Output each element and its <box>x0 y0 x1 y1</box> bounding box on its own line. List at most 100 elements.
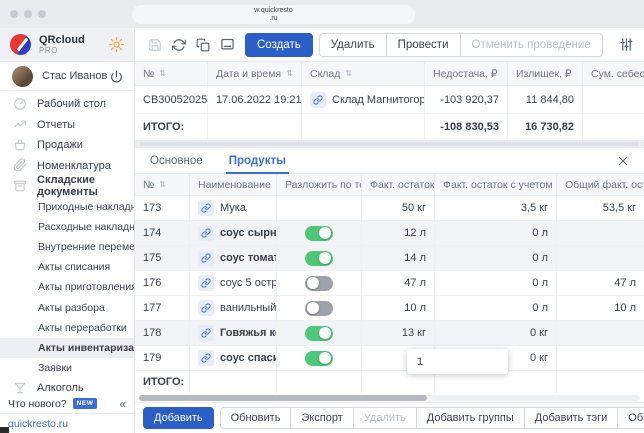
column-header-warehouse[interactable]: Склад⇅ <box>302 62 425 85</box>
copy-icon[interactable] <box>191 33 215 57</box>
document-row[interactable]: СВ30052025 17.06.2022 19:21 Склад Магнит… <box>135 86 644 114</box>
conduct-button[interactable]: Провести <box>386 33 461 57</box>
tab-products[interactable]: Продукты <box>229 148 286 173</box>
sidebar-subitem-cooking-acts[interactable]: Акты приготовления <box>0 277 134 297</box>
decompose-toggle[interactable] <box>305 351 333 366</box>
horizontal-scrollbar[interactable] <box>140 142 639 146</box>
scrollbar-thumb[interactable] <box>139 395 427 401</box>
window-controls[interactable] <box>0 10 46 18</box>
product-row[interactable]: 176 соус 5 остров 47 л 0 л 47 л <box>135 271 644 296</box>
sort-icon[interactable]: ⇅ <box>345 69 352 78</box>
sidebar-subitem-disassembly-acts[interactable]: Акты разбора <box>0 297 134 317</box>
cell-fact[interactable]: 47 л <box>362 271 435 295</box>
column-header-num[interactable]: №⇅ <box>135 174 190 195</box>
sidebar-subitem-writeoff-acts[interactable]: Акты списания <box>0 257 134 277</box>
whats-new-label: Что нового? <box>8 398 67 410</box>
cell-name: соус 5 остров <box>190 271 277 295</box>
logout-power-icon[interactable] <box>110 70 123 83</box>
column-header-name[interactable]: Наименование⇅ <box>190 174 277 195</box>
sidebar-item-sales[interactable]: Продажи <box>0 135 134 156</box>
sidebar-subitem-inventory-acts[interactable]: Акты инвентаризации <box>0 338 134 358</box>
delete-button[interactable]: Удалить <box>319 33 387 57</box>
link-icon[interactable] <box>198 325 214 341</box>
main-area: Создать Удалить Провести Отменить провед… <box>135 28 644 433</box>
sidebar-item-warehouse-docs[interactable]: Складские документы <box>0 176 134 197</box>
address-bar[interactable]: w.quickresto .ru <box>132 5 415 24</box>
cancel-conduct-button[interactable]: Отменить проведение <box>460 33 603 57</box>
column-header-surplus[interactable]: Излишек, ₽ <box>508 62 583 85</box>
add-groups-button[interactable]: Добавить группы <box>416 407 525 429</box>
add-button[interactable]: Добавить <box>143 407 214 429</box>
product-row[interactable]: 177 ванильный с... 10 л 0 л 10 л <box>135 296 644 321</box>
window-dot-icon[interactable] <box>38 10 46 18</box>
link-icon[interactable] <box>198 350 214 366</box>
link-icon[interactable] <box>198 300 214 316</box>
link-icon[interactable] <box>198 225 214 241</box>
column-header-decompose[interactable]: Разложить по техк... <box>277 174 362 195</box>
cell-fact[interactable]: 12 л <box>362 221 435 245</box>
cell-fact[interactable]: 10 л <box>362 296 435 320</box>
link-icon[interactable] <box>198 250 214 266</box>
sort-icon[interactable]: ⇅ <box>159 69 166 78</box>
decompose-toggle[interactable] <box>305 276 333 291</box>
refresh-icon[interactable] <box>167 33 191 57</box>
window-dot-icon[interactable] <box>10 10 18 18</box>
column-header-fact[interactable]: Факт. остаток...⇅ <box>362 174 435 195</box>
column-header-sum-cost[interactable]: Сум. себест <box>583 62 644 85</box>
product-row[interactable]: 174 соус сырный 12 л 0 л <box>135 221 644 246</box>
cell-fact-pf: 0 л <box>435 296 557 320</box>
cell-fact[interactable]: 50 кг <box>362 196 435 220</box>
horizontal-scrollbar[interactable] <box>135 393 644 402</box>
reset-stock-button[interactable]: Обнулить остатки <box>617 407 644 429</box>
collapse-sidebar-icon[interactable]: « <box>119 397 126 411</box>
user-row[interactable]: Стас Иванов <box>0 62 134 91</box>
sidebar-subitem-incoming-invoices[interactable]: Приходные накладные <box>0 197 134 217</box>
qrcloud-logo-icon <box>10 34 31 55</box>
close-icon[interactable] <box>617 155 629 167</box>
window-dot-icon[interactable] <box>24 10 32 18</box>
sidebar-item-dashboard[interactable]: Рабочий стол <box>0 94 134 115</box>
sidebar-item-reports[interactable]: Отчеты <box>0 115 134 136</box>
documents-totals-row: ИТОГО: -108 830,53 16 730,82 <box>135 114 644 140</box>
sidebar-subitem-outgoing-invoices[interactable]: Расходные накладные <box>0 217 134 237</box>
product-row[interactable]: 173 Мука 50 кг 3,5 кг 53,5 кг <box>135 196 644 221</box>
decompose-toggle[interactable] <box>305 326 333 341</box>
cell-fact[interactable]: 14 л <box>362 246 435 270</box>
sidebar-subitem-internal-transfers[interactable]: Внутренние перемещения <box>0 237 134 257</box>
export-button[interactable]: Экспорт <box>290 407 353 429</box>
theme-sun-icon[interactable] <box>109 37 124 52</box>
product-row[interactable]: 178 Говяжья кот... 13 кг 0 кг <box>135 321 644 346</box>
refresh-button[interactable]: Обновить <box>220 407 292 429</box>
column-header-shortage[interactable]: Недостача, ₽ <box>425 62 508 85</box>
link-icon[interactable] <box>310 92 326 108</box>
product-row[interactable]: 175 соус томатн... 14 л 0 л <box>135 246 644 271</box>
sidebar-subitem-requests[interactable]: Заявки <box>0 358 134 378</box>
sort-icon[interactable]: ⇅ <box>286 69 293 78</box>
column-header-num[interactable]: №⇅ <box>135 62 208 85</box>
delete-rows-button[interactable]: Удалить <box>353 407 417 429</box>
add-tags-button[interactable]: Добавить тэги <box>524 407 618 429</box>
save-icon[interactable] <box>143 33 167 57</box>
product-row[interactable]: 179 соус спаси 0 кг <box>135 346 644 371</box>
decompose-toggle[interactable] <box>305 226 333 241</box>
tab-main[interactable]: Основное <box>150 148 203 173</box>
column-header-total-fact[interactable]: Общий факт. остаток... <box>557 174 644 195</box>
sidebar-subitem-processing-acts[interactable]: Акты переработки <box>0 318 134 338</box>
sidebar-item-nomenclature[interactable]: Номенклатура <box>0 156 134 177</box>
site-link[interactable]: quickresto.ru <box>0 413 134 433</box>
link-icon[interactable] <box>198 200 214 216</box>
cell-editor-input[interactable]: 1 <box>407 349 508 374</box>
cell-num: 178 <box>135 321 190 345</box>
whats-new-link[interactable]: Что нового? NEW « <box>0 394 134 413</box>
column-header-fact-pf[interactable]: Факт. остаток с учетом п/ф...⇅ <box>435 174 557 195</box>
sort-icon[interactable]: ⇅ <box>159 180 166 189</box>
decompose-toggle[interactable] <box>305 301 333 316</box>
filter-sliders-icon[interactable] <box>615 33 639 57</box>
cell-fact[interactable]: 13 кг <box>362 321 435 345</box>
link-icon[interactable] <box>198 275 214 291</box>
decompose-toggle[interactable] <box>305 251 333 266</box>
column-header-datetime[interactable]: Дата и время⇅ <box>208 62 302 85</box>
create-button[interactable]: Создать <box>245 33 313 57</box>
monitor-icon[interactable] <box>215 33 239 57</box>
basket-icon <box>13 138 28 153</box>
